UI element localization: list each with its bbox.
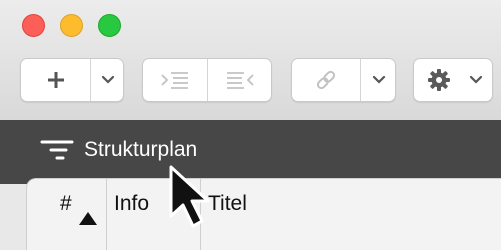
link-icon [316,70,336,90]
outdent-icon [227,72,254,89]
gear-icon [428,69,450,91]
column-separator [106,178,107,250]
view-bar [0,120,501,184]
indent-icon [161,72,188,89]
add-button-group [20,58,124,102]
view-label[interactable]: Strukturplan [84,138,197,162]
settings-chevron [462,59,490,101]
minimize-window-button[interactable] [60,14,83,37]
link-button[interactable] [292,59,360,101]
chevron-down-icon [101,75,114,84]
add-dropdown-button[interactable] [91,59,124,101]
window-titlebar [0,0,501,120]
settings-button[interactable] [413,58,493,102]
link-button-group [291,58,396,102]
indent-outdent-group [142,58,272,102]
cursor-arrow-icon [169,165,210,228]
indent-button[interactable] [143,59,207,101]
column-header-info[interactable]: Info [114,192,149,216]
chevron-down-icon [469,75,483,84]
plus-icon [47,72,64,88]
outdent-button[interactable] [208,59,272,101]
link-dropdown-button[interactable] [361,59,396,101]
zoom-window-button[interactable] [98,14,121,37]
column-header-number[interactable]: # [60,192,72,216]
chevron-down-icon [372,75,385,84]
close-window-button[interactable] [22,14,45,37]
add-button[interactable] [21,59,90,101]
settings-gear [414,59,464,101]
outline-icon[interactable] [40,139,74,163]
sort-ascending-icon [79,212,97,225]
